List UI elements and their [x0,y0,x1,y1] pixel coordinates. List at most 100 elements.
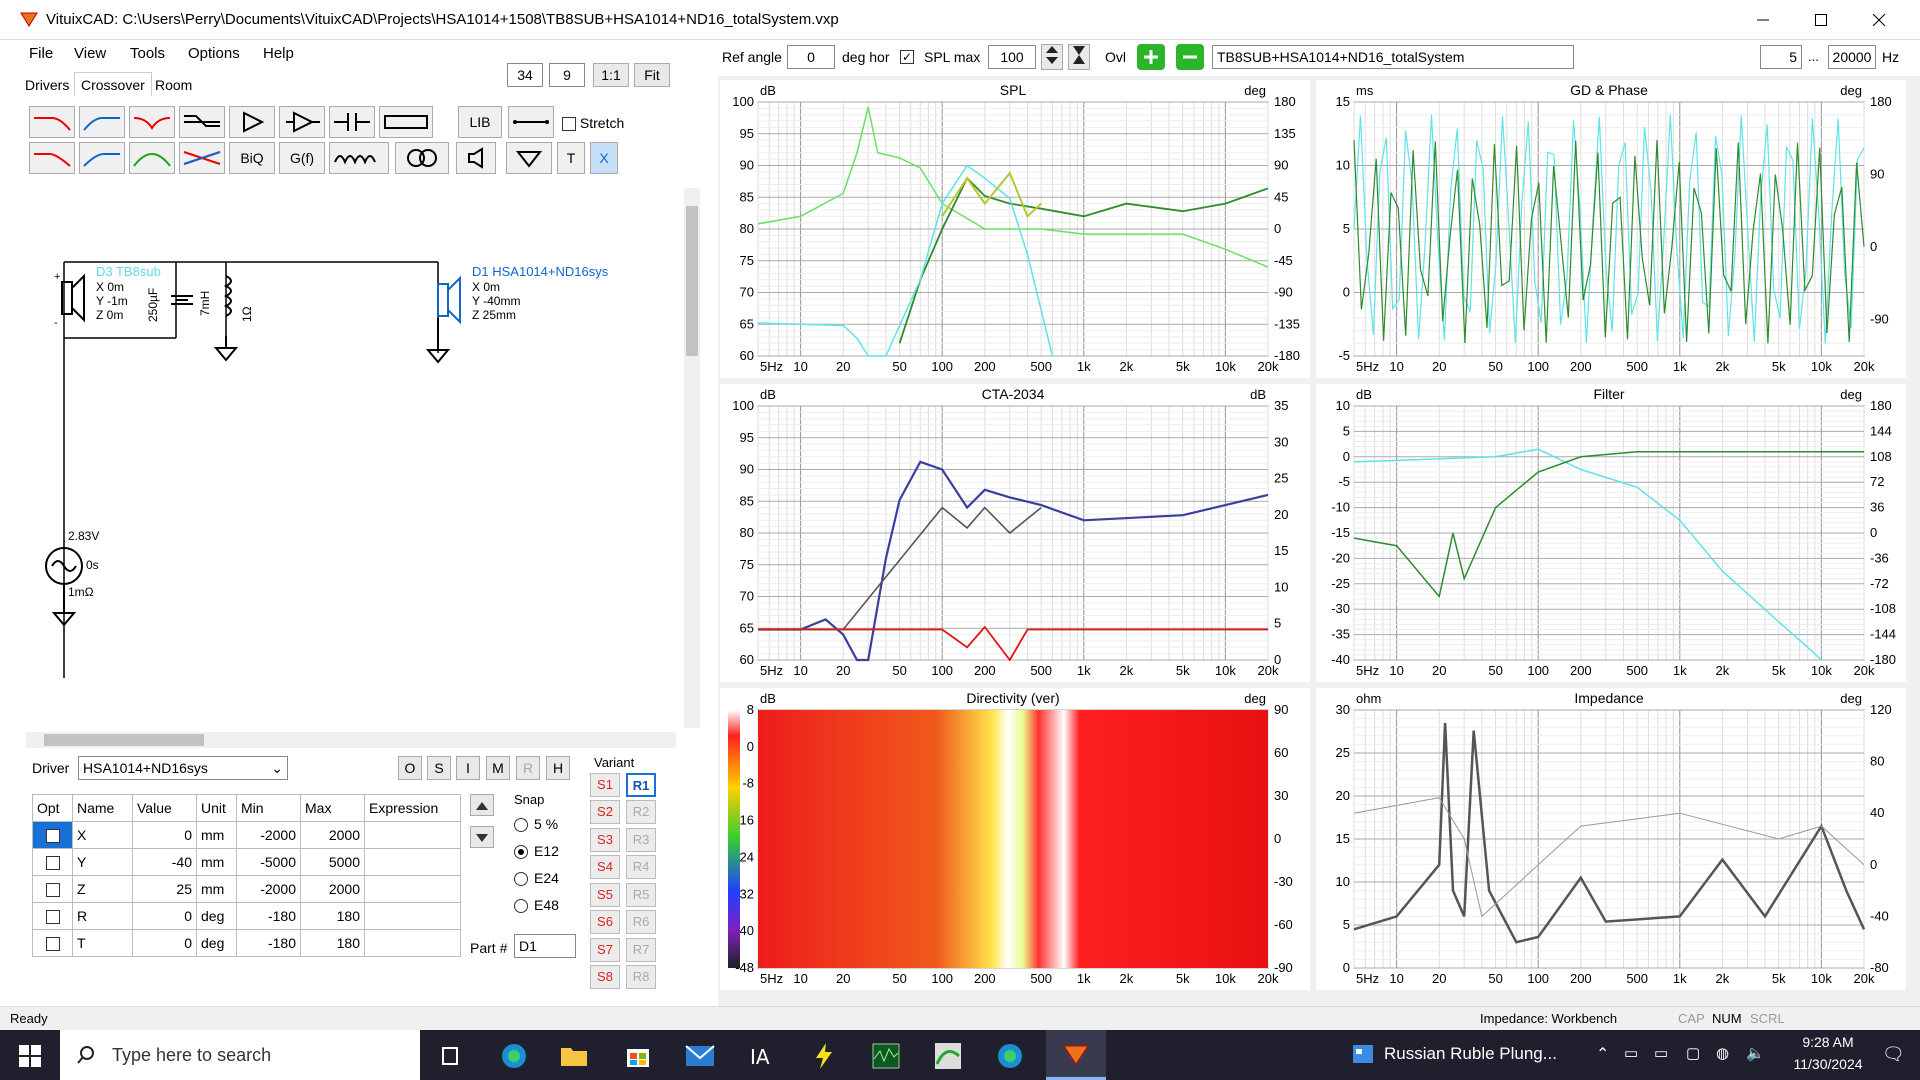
table-row[interactable]: T 0 deg -180 180 [32,929,461,957]
wifi-icon[interactable]: ◍ [1716,1044,1729,1062]
edge-button[interactable] [496,1038,532,1074]
table-row[interactable]: R 0 deg -180 180 [32,902,461,930]
zoom-1to1-button[interactable]: 1:1 [593,63,629,87]
transfer-function-button[interactable]: G(f) [279,142,325,174]
part-input[interactable]: D1 [514,934,576,958]
filter-graph[interactable]: 10 5 0 -5 -10 -15 -20 -25 -30 -35 -40 180 144 108 72 36… [1316,384,1906,682]
param-expression[interactable] [364,848,461,876]
battery-icon[interactable]: ▭ [1654,1044,1668,1062]
resistor-button[interactable] [379,106,433,138]
delete-button[interactable]: X [590,142,618,174]
text-button[interactable]: T [557,142,585,174]
snap-e48[interactable]: E48 [514,897,559,914]
capacitor-250uf-icon[interactable] [171,295,193,305]
snap-e24[interactable]: E24 [514,870,559,887]
spl-auto-button[interactable] [1068,44,1090,70]
param-value[interactable]: 0 [132,902,197,930]
minimize-button[interactable] [1734,0,1792,40]
snap-e12[interactable]: E12 [514,843,559,860]
buffer-button[interactable] [229,106,275,138]
spl-max-check-icon[interactable]: ✓ [900,50,914,65]
d1-speaker-icon[interactable] [437,275,461,325]
variant-r5[interactable]: R5 [626,883,656,907]
param-max[interactable]: 5000 [300,848,365,876]
close-button[interactable] [1850,0,1908,40]
project-name-input[interactable]: TB8SUB+HSA1014+ND16_totalSystem [1212,45,1574,69]
notifications-icon[interactable]: 🗨 [1882,1044,1905,1065]
param-min[interactable]: -2000 [236,821,301,849]
rew-app-button[interactable] [930,1038,966,1074]
variant-s6[interactable]: S6 [590,910,620,934]
table-row[interactable]: Y -40 mm -5000 5000 [32,848,461,876]
biquad-button[interactable]: BiQ [229,142,275,174]
taskbar-search[interactable]: Type here to search [60,1030,420,1080]
variant-r4[interactable]: R4 [626,855,656,879]
variant-r3[interactable]: R3 [626,828,656,852]
tab-drivers[interactable]: Drivers [18,72,76,96]
variant-s2[interactable]: S2 [590,800,620,824]
lowpass2-button[interactable] [29,142,75,174]
table-row[interactable]: X 0 mm -2000 2000 [32,821,461,849]
task-view-button[interactable] [432,1038,468,1074]
start-button[interactable] [12,1038,48,1074]
param-min[interactable]: -180 [236,929,301,957]
param-value[interactable]: 0 [132,821,197,849]
edge2-button[interactable] [992,1038,1028,1074]
tab-crossover[interactable]: Crossover [74,72,152,96]
zoom-value-2[interactable]: 9 [549,63,585,87]
file-explorer-button[interactable] [556,1038,592,1074]
variant-r2[interactable]: R2 [626,800,656,824]
ground-button[interactable] [506,142,552,174]
snap-5pct[interactable]: 5 % [514,816,558,833]
library-button[interactable]: LIB [458,106,502,138]
param-max[interactable]: 180 [300,902,365,930]
driver-r-button[interactable]: R [516,756,540,780]
mail-button[interactable] [682,1038,718,1074]
snap-e48-radio[interactable] [514,899,528,914]
directivity-graph[interactable]: 8 0 -8 -16 -24 -32 -40 -48 90 60 30 0 -30 -60 -90 5Hz 10… [720,688,1310,990]
variant-s1[interactable]: S1 [590,773,620,797]
cta2034-graph[interactable]: 100 95 90 85 80 75 70 65 60 35 30 25 20 15 10 5 0 5Hz 10 20… [720,384,1310,682]
variant-r6[interactable]: R6 [626,910,656,934]
snap-e24-radio[interactable] [514,872,528,887]
param-value[interactable]: 0 [132,929,197,957]
notch-button[interactable] [129,106,175,138]
volume-icon[interactable]: 🔈 [1746,1044,1765,1062]
snap-e12-radio[interactable] [514,845,528,860]
driver-o-button[interactable]: O [398,756,422,780]
spl-updown-button[interactable] [1041,44,1063,70]
chevron-up-icon[interactable]: ⌃ [1596,1044,1609,1064]
stretch-check[interactable] [562,117,576,132]
param-min[interactable]: -180 [236,902,301,930]
spl-max-input[interactable]: 100 [988,45,1036,69]
wire-button[interactable] [508,106,554,138]
table-row[interactable]: Z 25 mm -2000 2000 [32,875,461,903]
transformer-button[interactable] [395,142,449,174]
vituixcad-taskbar-button[interactable] [1046,1030,1106,1080]
variant-s8[interactable]: S8 [590,965,620,989]
param-min[interactable]: -2000 [236,875,301,903]
driver-h-button[interactable]: H [546,756,570,780]
tab-room[interactable]: Room [148,72,199,96]
snap-5pct-radio[interactable] [514,818,528,833]
news-widget[interactable]: Russian Ruble Plung... [1352,1044,1557,1064]
highpass-button[interactable] [79,106,125,138]
variant-s7[interactable]: S7 [590,938,620,962]
freq-min-input[interactable]: 5 [1760,45,1802,69]
allpass-button[interactable] [179,142,225,174]
param-expression[interactable] [364,929,461,957]
move-up-button[interactable] [470,794,494,816]
clock-date[interactable]: 11/30/2024 [1788,1056,1868,1072]
driver-s-button[interactable]: S [427,756,451,780]
schematic-hscroll[interactable] [26,732,676,748]
clock-time[interactable]: 9:28 AM [1788,1034,1868,1050]
move-down-button[interactable] [470,826,494,848]
zoom-value-1[interactable]: 34 [507,63,543,87]
network-icon[interactable]: ▭ [1624,1044,1638,1062]
driver-button[interactable] [456,142,496,174]
param-max[interactable]: 180 [300,929,365,957]
variant-s5[interactable]: S5 [590,883,620,907]
driver-select[interactable]: HSA1014+ND16sys ⌄ [78,756,288,780]
lightning-app-button[interactable] [806,1038,842,1074]
opt-checkbox[interactable] [45,856,60,871]
